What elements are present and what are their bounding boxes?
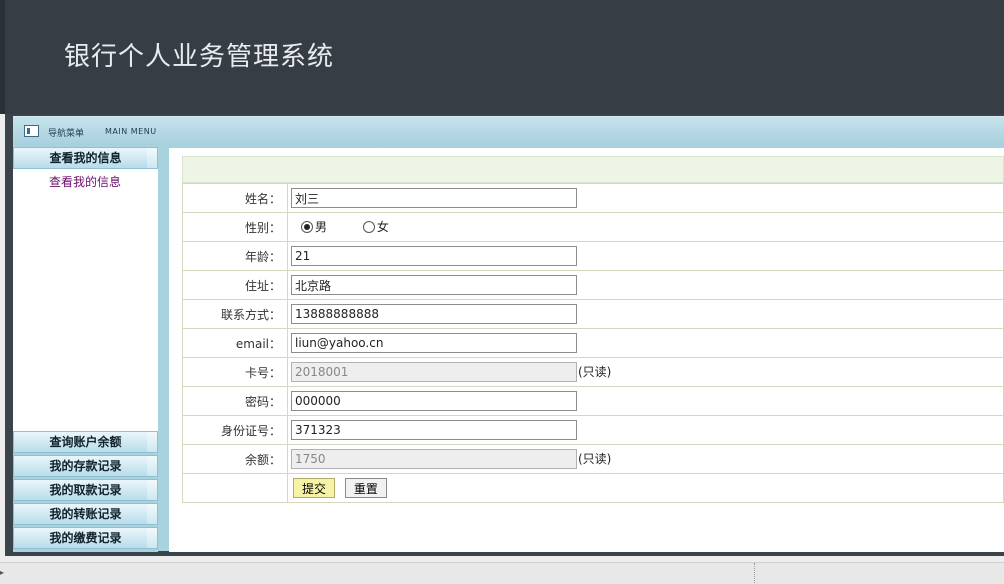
app-header: 银行个人业务管理系统 bbox=[0, 0, 1004, 114]
sidebar-link-view-info[interactable]: 查看我的信息 bbox=[49, 173, 121, 190]
name-label: 姓名： bbox=[182, 183, 288, 213]
gender-male-label: 男 bbox=[315, 220, 328, 235]
age-input[interactable] bbox=[291, 246, 577, 266]
form-row-contact: 联系方式： bbox=[182, 299, 1004, 329]
card-readonly-note: (只读) bbox=[578, 365, 612, 379]
form-row-card: 卡号： (只读) bbox=[182, 357, 1004, 387]
sidebar-header-deposits[interactable]: 我的存款记录 bbox=[13, 455, 158, 477]
sidebar-header-withdrawals[interactable]: 我的取款记录 bbox=[13, 479, 158, 501]
idcard-label: 身份证号： bbox=[182, 415, 288, 445]
form-row-name: 姓名： bbox=[182, 183, 1004, 213]
gender-female-label: 女 bbox=[376, 220, 389, 235]
gender-option-female[interactable]: 女 bbox=[362, 218, 389, 235]
idcard-input[interactable] bbox=[291, 420, 577, 440]
sidebar: 查看我的信息 查看我的信息 查询账户余额 我的存款记录 我的取款记录 我的转账记… bbox=[13, 147, 158, 552]
radio-male[interactable] bbox=[301, 220, 313, 233]
menu-panel-icon bbox=[24, 125, 39, 137]
form-row-address: 住址： bbox=[182, 270, 1004, 300]
card-input bbox=[291, 362, 577, 382]
form-row-age: 年龄： bbox=[182, 241, 1004, 271]
address-label: 住址： bbox=[182, 270, 288, 300]
content-area: 姓名： 性别： 男 女 bbox=[169, 148, 1004, 552]
address-input[interactable] bbox=[291, 275, 577, 295]
balance-readonly-note: (只读) bbox=[578, 452, 612, 466]
status-indicator-icon: ▸ bbox=[0, 568, 5, 577]
age-label: 年龄： bbox=[182, 241, 288, 271]
form-row-idcard: 身份证号： bbox=[182, 415, 1004, 445]
sidebar-header-balance[interactable]: 查询账户余额 bbox=[13, 431, 158, 453]
gender-label: 性别： bbox=[182, 212, 288, 242]
name-input[interactable] bbox=[291, 188, 577, 208]
main-frame: 导航菜单 MAIN MENU 查看我的信息 查看我的信息 查询账户余额 我的存款… bbox=[5, 114, 1004, 556]
form-row-email: email： bbox=[182, 328, 1004, 358]
header-edge bbox=[0, 0, 5, 114]
gender-option-male[interactable]: 男 bbox=[301, 218, 327, 235]
status-divider bbox=[754, 563, 755, 584]
balance-label: 余额： bbox=[182, 444, 288, 474]
submit-button[interactable]: 提交 bbox=[293, 478, 336, 498]
form-row-actions: 提交 重置 bbox=[182, 473, 1004, 503]
sidebar-header-view-info[interactable]: 查看我的信息 bbox=[13, 147, 158, 169]
sidebar-header-transfers[interactable]: 我的转账记录 bbox=[13, 503, 158, 525]
card-label: 卡号： bbox=[182, 357, 288, 387]
password-label: 密码： bbox=[182, 386, 288, 416]
frame-inner: 导航菜单 MAIN MENU 查看我的信息 查看我的信息 查询账户余额 我的存款… bbox=[13, 116, 1004, 552]
profile-form: 姓名： 性别： 男 女 bbox=[182, 183, 1004, 503]
email-input[interactable] bbox=[291, 333, 577, 353]
sidebar-submenu: 查看我的信息 bbox=[13, 169, 158, 431]
nav-menu-label-en: MAIN MENU bbox=[105, 127, 157, 136]
email-label: email： bbox=[182, 328, 288, 358]
form-row-password: 密码： bbox=[182, 386, 1004, 416]
nav-menu-bar: 导航菜单 MAIN MENU bbox=[13, 117, 1004, 145]
sidebar-header-payments[interactable]: 我的缴费记录 bbox=[13, 527, 158, 549]
balance-input bbox=[291, 449, 577, 469]
app-window: 银行个人业务管理系统 导航菜单 MAIN MENU 查看我的信息 查看我的信息 … bbox=[0, 0, 1004, 584]
page-title: 银行个人业务管理系统 bbox=[64, 42, 335, 72]
browser-status-bar: ▸ bbox=[0, 562, 1004, 584]
form-row-gender: 性别： 男 女 bbox=[182, 212, 1004, 242]
content-topbar bbox=[182, 156, 1004, 183]
form-row-balance: 余额： (只读) bbox=[182, 444, 1004, 474]
contact-input[interactable] bbox=[291, 304, 577, 324]
sidebar-panel: 查看我的信息 查看我的信息 查询账户余额 我的存款记录 我的取款记录 我的转账记… bbox=[13, 147, 158, 552]
password-input[interactable] bbox=[291, 391, 577, 411]
reset-button[interactable]: 重置 bbox=[344, 478, 387, 498]
actions-label-cell bbox=[182, 473, 288, 503]
nav-menu-label: 导航菜单 bbox=[48, 129, 85, 139]
contact-label: 联系方式： bbox=[182, 299, 288, 329]
radio-female[interactable] bbox=[362, 220, 375, 233]
